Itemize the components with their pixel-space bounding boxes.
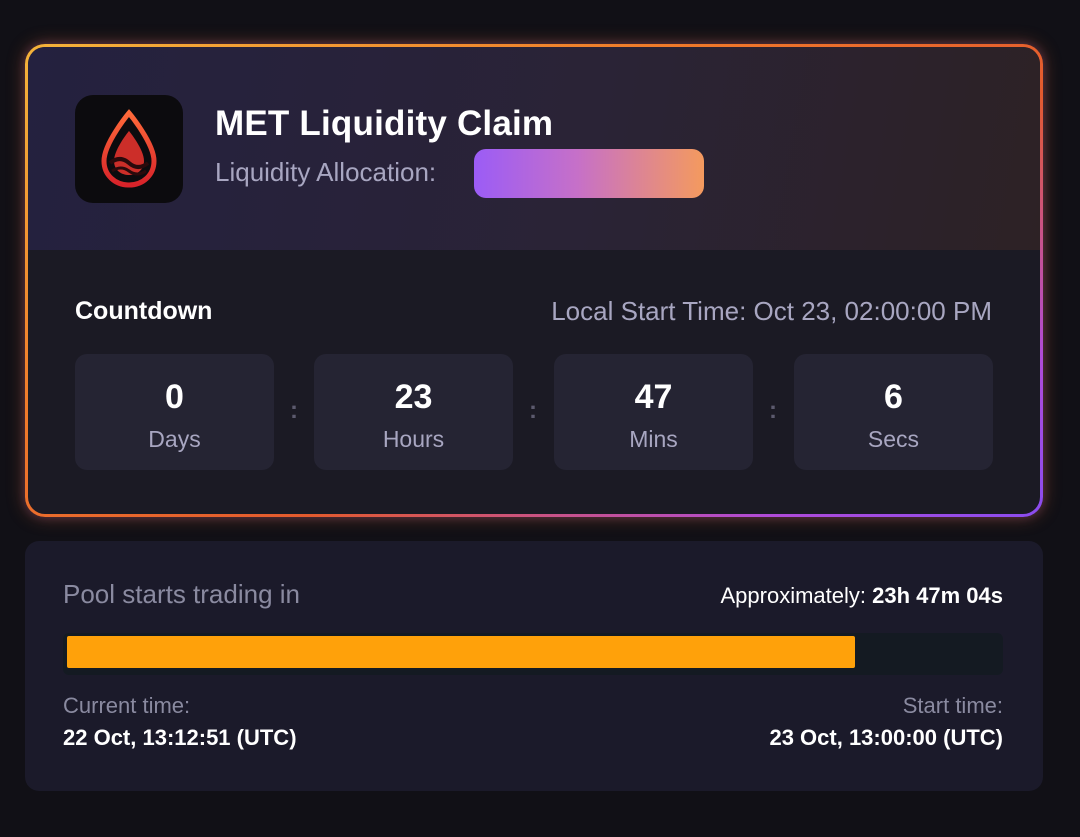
claim-card-inner: MET Liquidity Claim Liquidity Allocation…	[28, 47, 1040, 514]
countdown-secs-label: Secs	[867, 426, 920, 452]
current-time-value: 22 Oct, 13:12:51 (UTC)	[63, 725, 297, 750]
approximate-time: Approximately: 23h 47m 04s	[720, 583, 1003, 609]
local-start-time: Local Start Time: Oct 23, 02:00:00 PM	[551, 296, 992, 326]
countdown-secs-value: 6	[884, 378, 903, 416]
countdown-mins: 47 Mins	[554, 354, 753, 470]
trading-progress-track	[63, 633, 1003, 675]
countdown-days-label: Days	[148, 426, 201, 452]
countdown-days-value: 0	[165, 378, 184, 416]
start-time-value: 23 Oct, 13:00:00 (UTC)	[769, 725, 1003, 750]
countdown-mins-label: Mins	[629, 426, 678, 452]
approximate-prefix: Approximately:	[720, 583, 866, 608]
countdown-mins-value: 47	[634, 378, 673, 416]
countdown-days: 0 Days	[75, 354, 274, 470]
countdown-separator: :	[529, 397, 537, 424]
allocation-label: Liquidity Allocation:	[215, 157, 437, 187]
pool-trading-card: Pool starts trading in Approximately: 23…	[25, 541, 1043, 791]
countdown-hours-value: 23	[394, 378, 433, 416]
countdown-separator: :	[290, 397, 298, 424]
start-time-label: Start time:	[902, 693, 1003, 718]
approximate-value: 23h 47m 04s	[872, 583, 1003, 608]
allocation-value-redacted	[474, 149, 704, 198]
claim-title: MET Liquidity Claim	[215, 104, 554, 143]
countdown-hours-label: Hours	[382, 426, 445, 452]
liquidity-drop-icon	[75, 95, 183, 203]
countdown-separator: :	[769, 397, 777, 424]
trading-progress-fill	[67, 636, 855, 668]
claim-header: MET Liquidity Claim Liquidity Allocation…	[28, 47, 1040, 250]
countdown-secs: 6 Secs	[794, 354, 993, 470]
countdown-hours: 23 Hours	[314, 354, 513, 470]
countdown-label: Countdown	[75, 297, 213, 325]
pool-starts-label: Pool starts trading in	[63, 579, 301, 609]
current-time-label: Current time:	[63, 693, 191, 718]
liquidity-claim-card: MET Liquidity Claim Liquidity Allocation…	[25, 44, 1043, 517]
